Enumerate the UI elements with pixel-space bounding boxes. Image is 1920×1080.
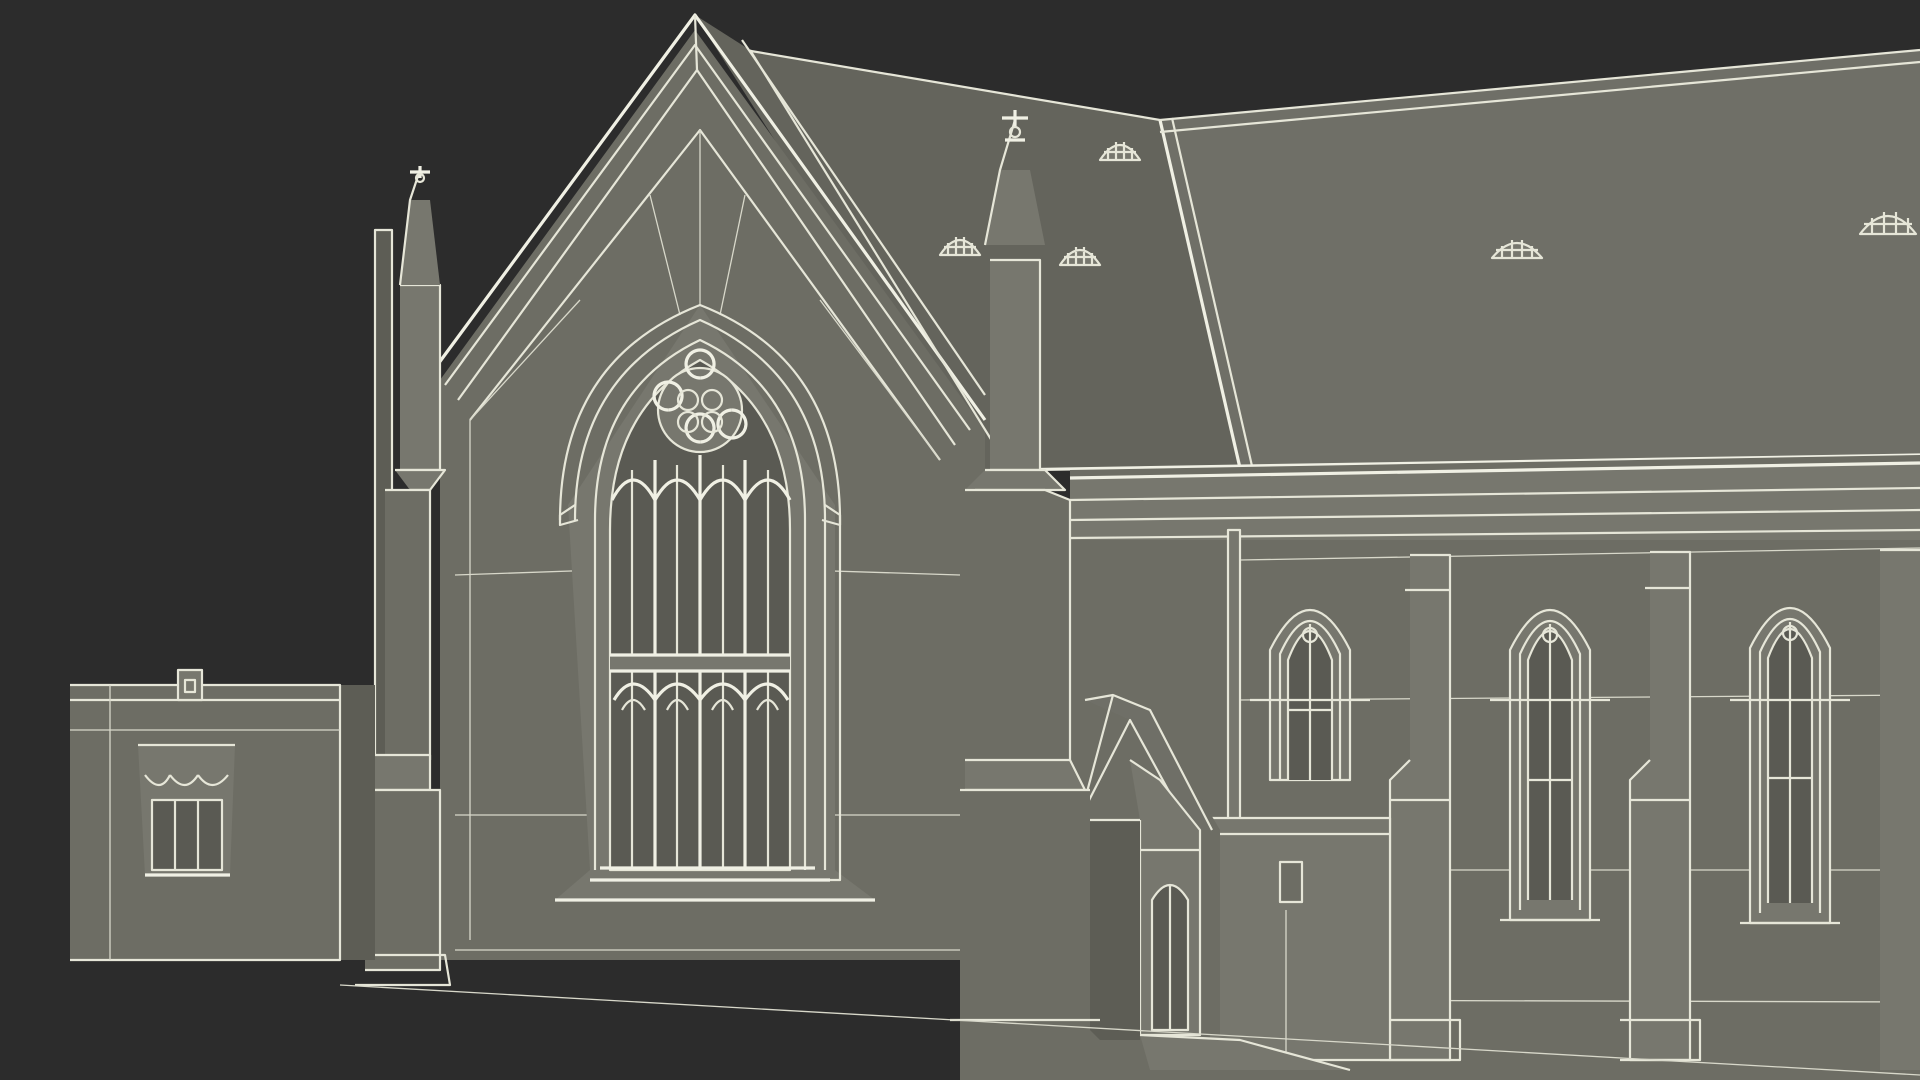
buttress (1880, 548, 1920, 1070)
render-viewport (0, 0, 1920, 1080)
side-annex-wall (1210, 816, 1392, 1062)
left-annex (70, 668, 375, 962)
church-model (70, 13, 1920, 1080)
